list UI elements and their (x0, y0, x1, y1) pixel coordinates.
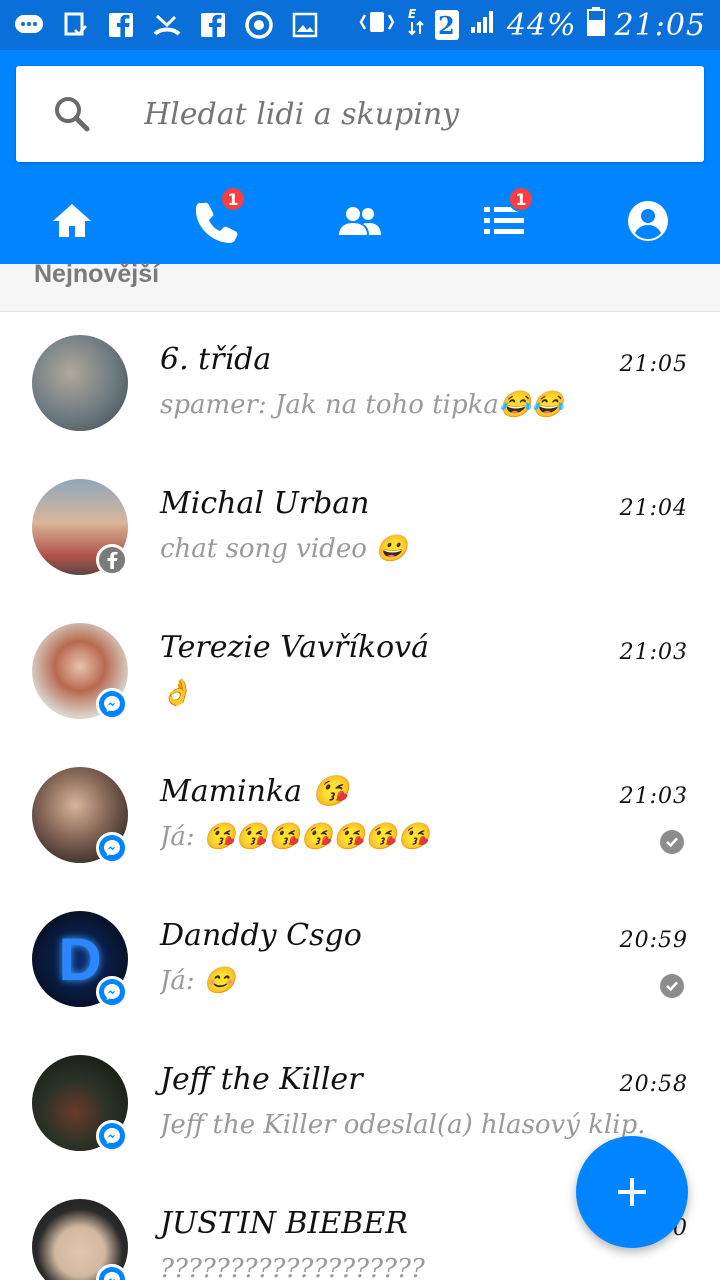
contact-name: Maminka 😘 (160, 774, 349, 809)
status-bar: E 2 44% 21:05 (0, 0, 720, 50)
conversation-row[interactable]: Terezie Vavříková 21:03 👌 (0, 600, 720, 744)
message-preview: 👌 (160, 678, 193, 708)
people-icon (339, 207, 381, 235)
tab-people[interactable] (288, 178, 432, 264)
missed-call-icon (152, 11, 182, 39)
message-time: 21:05 (619, 352, 688, 377)
opera-icon (244, 11, 274, 39)
contact-name: Jeff the Killer (160, 1062, 363, 1097)
battery-percent: 44% (506, 7, 577, 43)
messenger-badge-icon (96, 688, 128, 720)
message-time: 21:03 (619, 784, 688, 809)
message-preview: Já: 😊 (160, 966, 236, 996)
clock: 21:05 (614, 7, 706, 43)
profile-icon (628, 201, 668, 241)
plus-icon (618, 1178, 646, 1206)
tab-home[interactable] (0, 178, 144, 264)
section-title: Nejnovější (34, 260, 160, 288)
message-time: 20:59 (619, 928, 688, 953)
clipboard-icon (60, 11, 90, 39)
messenger-badge-icon (96, 976, 128, 1008)
messenger-badge-icon (96, 832, 128, 864)
contact-name: 6. třída (160, 342, 272, 377)
conversation-row[interactable]: 6. třída 21:05 spamer: Jak na toho tipka… (0, 312, 720, 456)
message-time: 21:04 (619, 496, 688, 521)
facebook-icon (106, 11, 136, 39)
home-icon (53, 204, 91, 237)
signal-icon (469, 7, 497, 43)
message-preview: Jeff the Killer odeslal(a) hlasový klip. (160, 1110, 646, 1140)
conversation-row[interactable]: Maminka 😘 21:03 Já: 😘😘😘😘😘😘😘 (0, 744, 720, 888)
contact-name: Danddy Csgo (160, 918, 362, 953)
tab-list[interactable]: 1 (432, 178, 576, 264)
section-header: Nejnovější (0, 260, 720, 312)
search-icon[interactable] (52, 94, 92, 134)
image-icon (290, 11, 320, 39)
message-time: 20:58 (619, 1072, 688, 1097)
conversation-row[interactable]: Michal Urban 21:04 chat song video 😀 (0, 456, 720, 600)
facebook-badge-icon (96, 544, 128, 576)
search-input[interactable] (144, 88, 664, 140)
sim-indicator: 2 (434, 10, 459, 40)
new-message-button[interactable] (576, 1136, 688, 1248)
data-transfer-icon: E (407, 6, 425, 44)
message-preview: chat song video 😀 (160, 534, 408, 564)
contact-name: Michal Urban (160, 486, 370, 521)
conversation-list: 6. třída 21:05 spamer: Jak na toho tipka… (0, 312, 720, 1280)
system-indicators: E 2 44% 21:05 (357, 6, 706, 44)
contact-name: JUSTIN BIEBER (160, 1206, 408, 1241)
message-preview: Já: 😘😘😘😘😘😘😘 (160, 822, 430, 852)
message-time: 21:03 (619, 640, 688, 665)
message-preview: ??????????????????? (160, 1254, 425, 1280)
seen-check-icon (660, 830, 684, 854)
svg-text:E: E (408, 7, 417, 21)
facebook-icon (198, 11, 228, 39)
vibrate-icon (357, 8, 397, 43)
messenger-badge-icon (96, 1120, 128, 1152)
list-badge: 1 (508, 186, 534, 212)
app-header: 1 1 (0, 50, 720, 264)
tab-calls[interactable]: 1 (144, 178, 288, 264)
seen-check-icon (660, 974, 684, 998)
tab-bar: 1 1 (0, 178, 720, 264)
avatar (32, 335, 128, 431)
search-bar[interactable] (16, 66, 704, 162)
conversation-row[interactable]: D Danddy Csgo 20:59 Já: 😊 (0, 888, 720, 1032)
message-preview: spamer: Jak na toho tipka😂😂 (160, 390, 564, 420)
tab-profile[interactable] (576, 178, 720, 264)
battery-icon (586, 6, 605, 44)
neon-d-logo: D (58, 925, 102, 993)
contact-name: Terezie Vavříková (160, 630, 429, 665)
notification-icons (14, 11, 320, 39)
messenger-icon (14, 11, 44, 39)
calls-badge: 1 (220, 186, 246, 212)
